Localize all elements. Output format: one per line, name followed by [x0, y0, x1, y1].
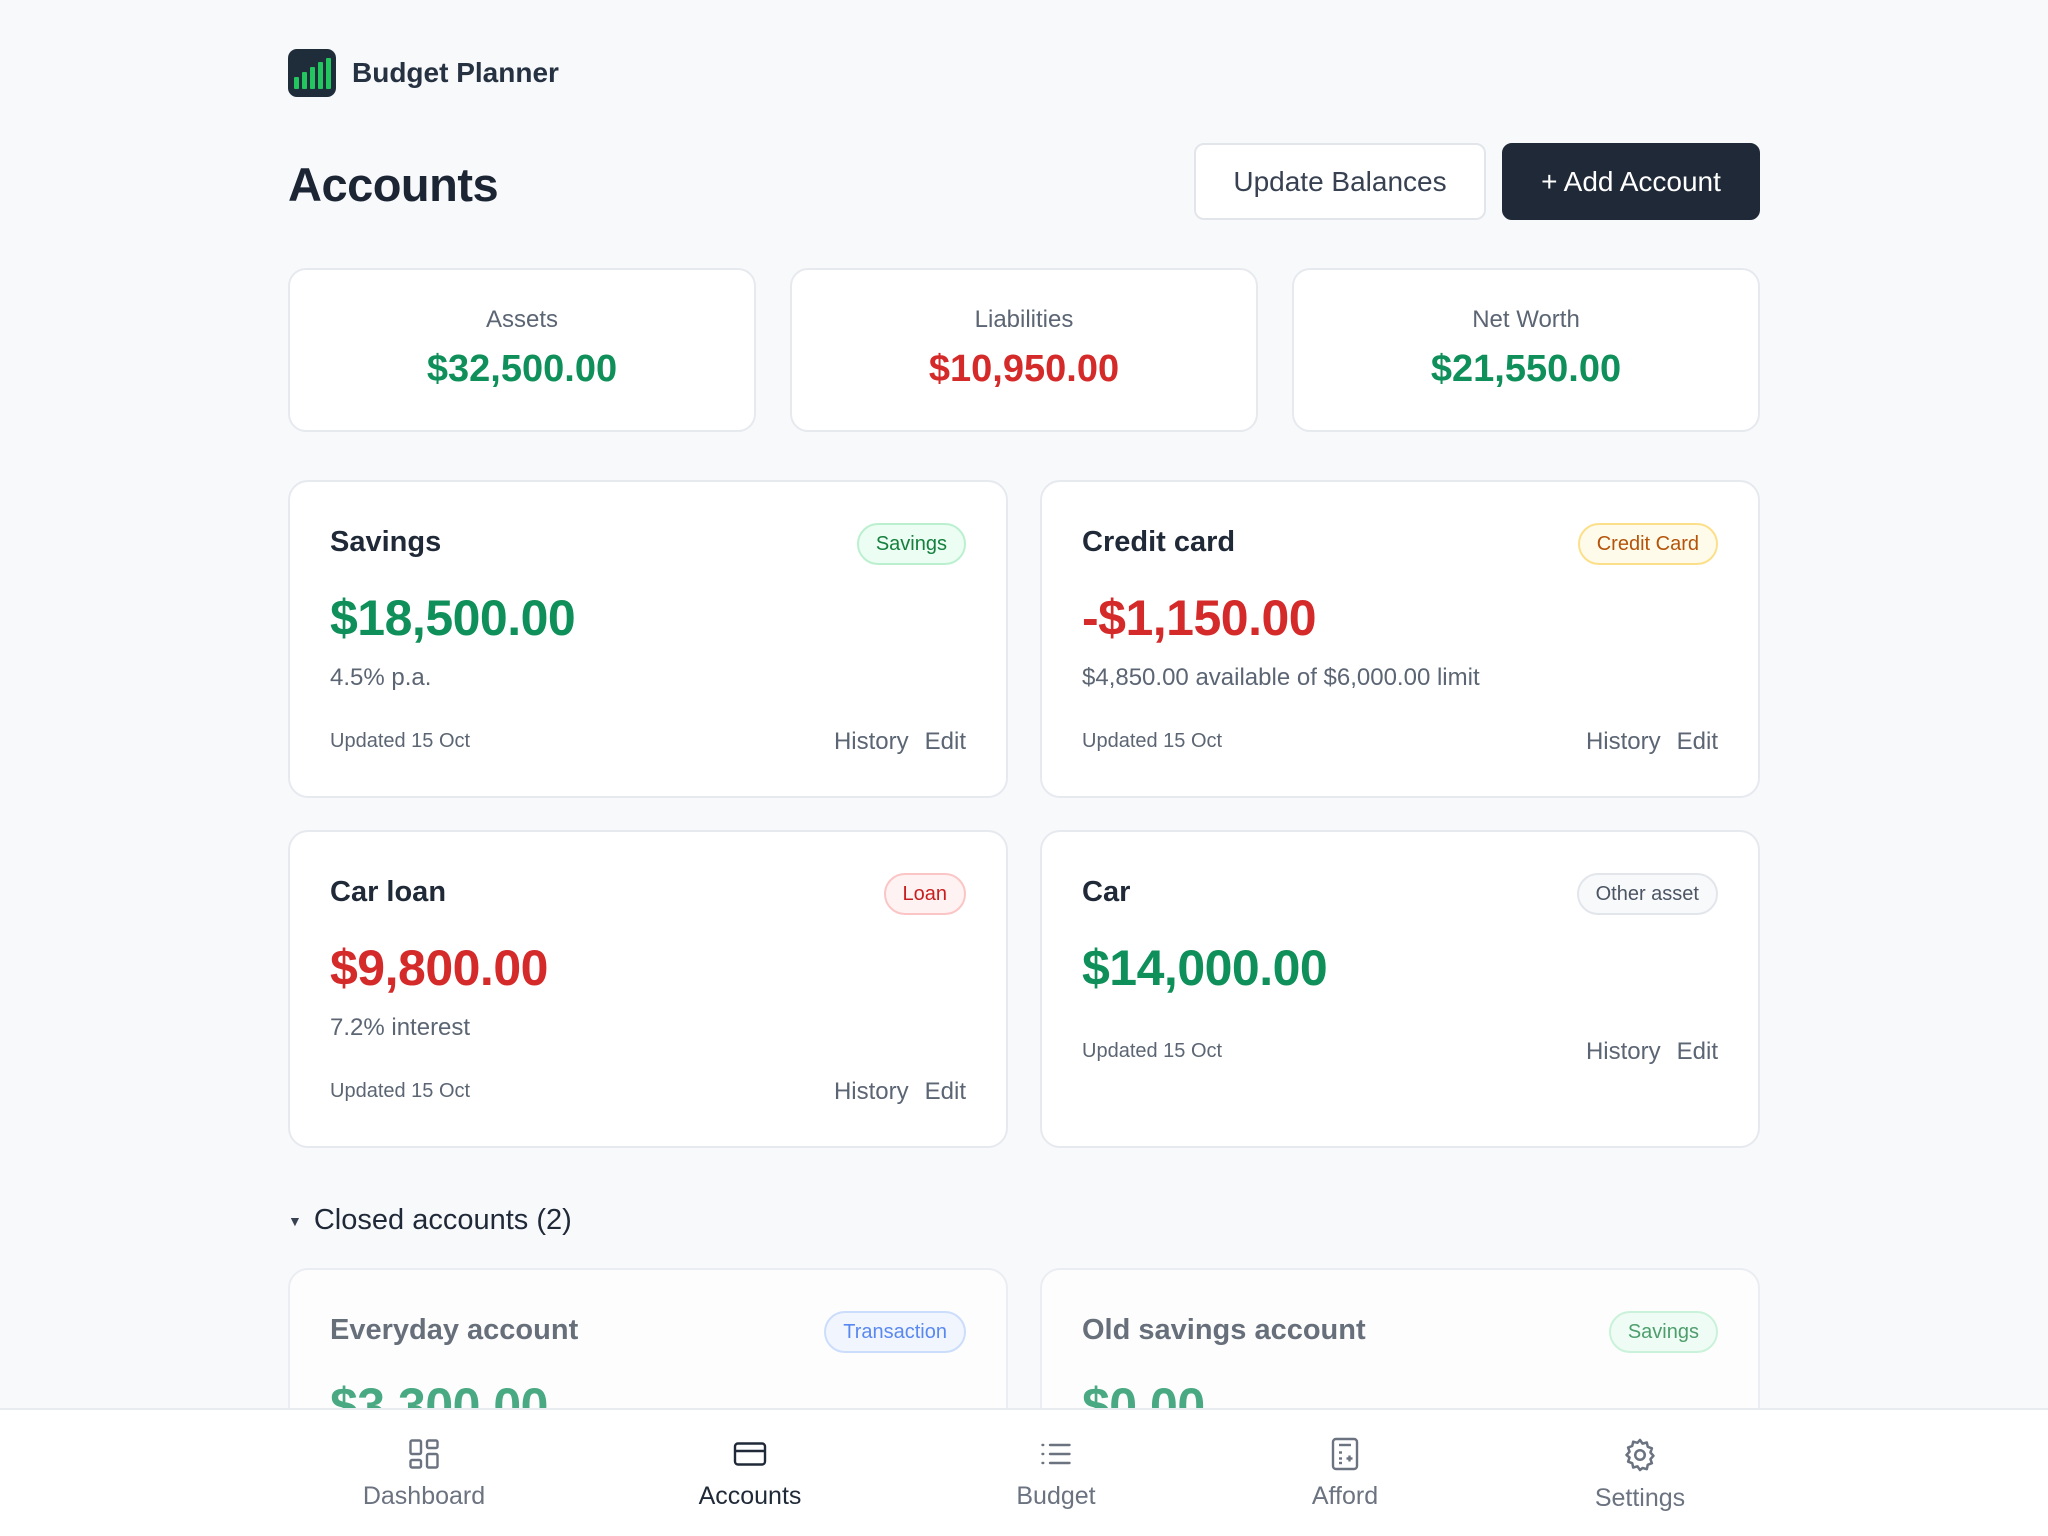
account-name: Old savings account: [1082, 1314, 1366, 1346]
account-updated: Updated 15 Oct: [330, 730, 471, 752]
calculator-icon: [1331, 1437, 1359, 1471]
account-card-car-loan[interactable]: Car loan Loan $9,800.00 7.2% interest Up…: [288, 830, 1008, 1148]
account-type-badge: Transaction: [824, 1311, 966, 1353]
title-row: Accounts Update Balances + Add Account: [288, 143, 1760, 221]
history-link[interactable]: History: [834, 1078, 909, 1106]
account-balance: $14,000.00: [1082, 940, 1328, 996]
dashboard-icon: [409, 1439, 439, 1469]
history-link[interactable]: History: [834, 728, 909, 756]
account-type-badge: Savings: [1608, 1311, 1718, 1353]
account-actions: History Edit: [1586, 728, 1718, 756]
account-card-savings[interactable]: Savings Savings $18,500.00 4.5% p.a. Upd…: [288, 480, 1008, 798]
net-worth-card: Net Worth $21,550.00: [1292, 268, 1760, 432]
account-name: Car loan: [330, 876, 447, 908]
account-updated: Updated 15 Oct: [330, 1080, 471, 1102]
edit-link[interactable]: Edit: [925, 1078, 966, 1106]
account-detail: $4,850.00 available of $6,000.00 limit: [1082, 664, 1480, 691]
edit-link[interactable]: Edit: [1677, 1038, 1718, 1066]
liabilities-value: $10,950.00: [928, 348, 1120, 390]
edit-link[interactable]: Edit: [925, 728, 966, 756]
app-name: Budget Planner: [352, 57, 559, 88]
account-name: Savings: [330, 526, 442, 558]
account-actions: History Edit: [834, 1078, 966, 1106]
nav-afford[interactable]: Afford: [1290, 1410, 1400, 1536]
bottom-nav: Dashboard Accounts Budget Afford Setting…: [0, 1408, 2048, 1536]
nav-label: Budget: [1016, 1482, 1096, 1510]
assets-value: $32,500.00: [426, 348, 618, 390]
account-type-badge: Savings: [856, 523, 966, 565]
nav-label: Afford: [1311, 1482, 1379, 1510]
account-card-car[interactable]: Car Other asset $14,000.00 Updated 15 Oc…: [1040, 830, 1760, 1148]
account-balance: -$1,150.00: [1082, 590, 1317, 646]
bar-chart-logo-icon: [288, 49, 336, 97]
card-icon: [733, 1442, 767, 1466]
account-detail: 4.5% p.a.: [330, 664, 432, 691]
update-balances-button[interactable]: Update Balances: [1194, 143, 1486, 220]
brand[interactable]: Budget Planner: [288, 48, 559, 98]
nav-label: Settings: [1594, 1484, 1686, 1512]
nav-dashboard[interactable]: Dashboard: [352, 1410, 496, 1536]
add-account-button[interactable]: + Add Account: [1502, 143, 1760, 220]
account-name: Everyday account: [330, 1314, 579, 1346]
account-balance: $18,500.00: [330, 590, 576, 646]
net-worth-label: Net Worth: [1472, 306, 1580, 333]
nav-accounts[interactable]: Accounts: [680, 1410, 820, 1536]
account-updated: Updated 15 Oct: [1082, 730, 1223, 752]
caret-down-icon: ▼: [288, 1212, 302, 1229]
history-link[interactable]: History: [1586, 728, 1661, 756]
summary-row: Assets $32,500.00 Liabilities $10,950.00…: [288, 268, 1760, 432]
account-type-badge: Credit Card: [1577, 523, 1718, 565]
closed-accounts-toggle[interactable]: ▼ Closed accounts (2): [288, 1204, 572, 1237]
account-updated: Updated 15 Oct: [1082, 1040, 1223, 1062]
nav-label: Dashboard: [362, 1482, 486, 1510]
account-card-credit-card[interactable]: Credit card Credit Card -$1,150.00 $4,85…: [1040, 480, 1760, 798]
nav-settings[interactable]: Settings: [1580, 1410, 1700, 1536]
liabilities-label: Liabilities: [974, 306, 1074, 333]
nav-budget[interactable]: Budget: [1000, 1410, 1112, 1536]
account-actions: History Edit: [834, 728, 966, 756]
account-balance: $9,800.00: [330, 940, 548, 996]
account-name: Car: [1082, 876, 1131, 908]
closed-accounts-label: Closed accounts (2): [313, 1204, 572, 1236]
nav-label: Accounts: [698, 1482, 802, 1510]
assets-card: Assets $32,500.00: [288, 268, 756, 432]
net-worth-value: $21,550.00: [1430, 348, 1622, 390]
account-detail: 7.2% interest: [330, 1014, 471, 1041]
liabilities-card: Liabilities $10,950.00: [790, 268, 1258, 432]
account-name: Credit card: [1082, 526, 1236, 558]
assets-label: Assets: [485, 306, 559, 333]
account-type-badge: Other asset: [1576, 873, 1718, 915]
edit-link[interactable]: Edit: [1677, 728, 1718, 756]
page-title: Accounts: [288, 158, 499, 211]
gear-icon: [1625, 1438, 1655, 1472]
list-icon: [1041, 1443, 1071, 1465]
account-actions: History Edit: [1586, 1038, 1718, 1066]
account-type-badge: Loan: [883, 873, 966, 915]
history-link[interactable]: History: [1586, 1038, 1661, 1066]
